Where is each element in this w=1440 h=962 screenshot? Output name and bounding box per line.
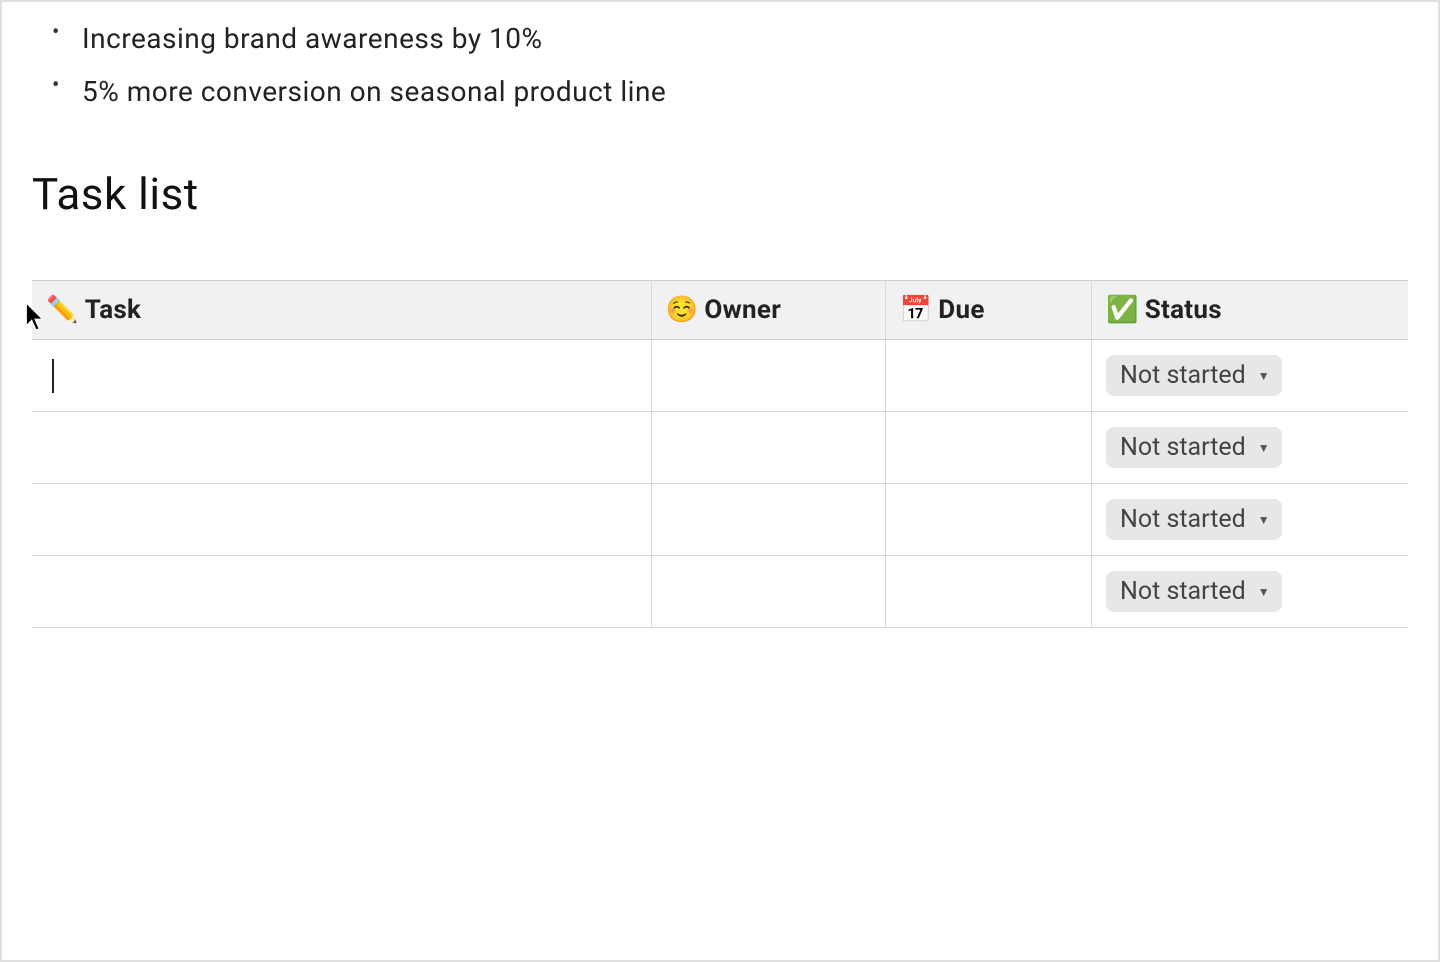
status-cell: Not started ▼ (1092, 556, 1409, 628)
status-cell: Not started ▼ (1092, 340, 1409, 412)
col-header-label: Status (1145, 295, 1222, 325)
col-header-label: Owner (704, 295, 781, 325)
owner-cell[interactable] (651, 412, 885, 484)
check-icon: ✅ (1106, 295, 1139, 325)
status-label: Not started (1120, 433, 1246, 462)
col-header-status[interactable]: ✅Status (1092, 281, 1409, 340)
col-header-label: Task (85, 295, 142, 325)
pencil-icon: ✏️ (46, 295, 79, 325)
table-row: Not started ▼ (32, 484, 1408, 556)
due-cell[interactable] (885, 412, 1091, 484)
chevron-down-icon: ▼ (1258, 585, 1270, 599)
status-dropdown[interactable]: Not started ▼ (1106, 499, 1282, 540)
owner-cell[interactable] (651, 484, 885, 556)
text-caret (52, 359, 54, 393)
table-row: Not started ▼ (32, 556, 1408, 628)
col-header-due[interactable]: 📅Due (885, 281, 1091, 340)
bullet-list: Increasing brand awareness by 10% 5% mor… (52, 12, 1408, 118)
status-cell: Not started ▼ (1092, 412, 1409, 484)
task-table: ✏️Task ☺️Owner 📅Due ✅Status (32, 280, 1408, 628)
status-label: Not started (1120, 577, 1246, 606)
owner-cell[interactable] (651, 340, 885, 412)
smile-icon: ☺️ (666, 295, 699, 325)
status-dropdown[interactable]: Not started ▼ (1106, 355, 1282, 396)
task-cell[interactable] (32, 412, 651, 484)
due-cell[interactable] (885, 556, 1091, 628)
status-label: Not started (1120, 361, 1246, 390)
list-item[interactable]: 5% more conversion on seasonal product l… (52, 65, 1408, 118)
status-dropdown[interactable]: Not started ▼ (1106, 571, 1282, 612)
owner-cell[interactable] (651, 556, 885, 628)
list-item[interactable]: Increasing brand awareness by 10% (52, 12, 1408, 65)
chevron-down-icon: ▼ (1258, 441, 1270, 455)
chevron-down-icon: ▼ (1258, 513, 1270, 527)
chevron-down-icon: ▼ (1258, 369, 1270, 383)
table-header-row: ✏️Task ☺️Owner 📅Due ✅Status (32, 281, 1408, 340)
section-heading[interactable]: Task list (32, 168, 1408, 220)
table-row: Not started ▼ (32, 412, 1408, 484)
table-row: Not started ▼ (32, 340, 1408, 412)
status-cell: Not started ▼ (1092, 484, 1409, 556)
due-cell[interactable] (885, 340, 1091, 412)
col-header-owner[interactable]: ☺️Owner (651, 281, 885, 340)
due-cell[interactable] (885, 484, 1091, 556)
calendar-icon: 📅 (900, 295, 933, 325)
col-header-label: Due (938, 295, 984, 325)
task-cell[interactable] (32, 484, 651, 556)
status-label: Not started (1120, 505, 1246, 534)
col-header-task[interactable]: ✏️Task (32, 281, 651, 340)
status-dropdown[interactable]: Not started ▼ (1106, 427, 1282, 468)
task-cell[interactable] (32, 556, 651, 628)
task-cell[interactable] (32, 340, 651, 412)
